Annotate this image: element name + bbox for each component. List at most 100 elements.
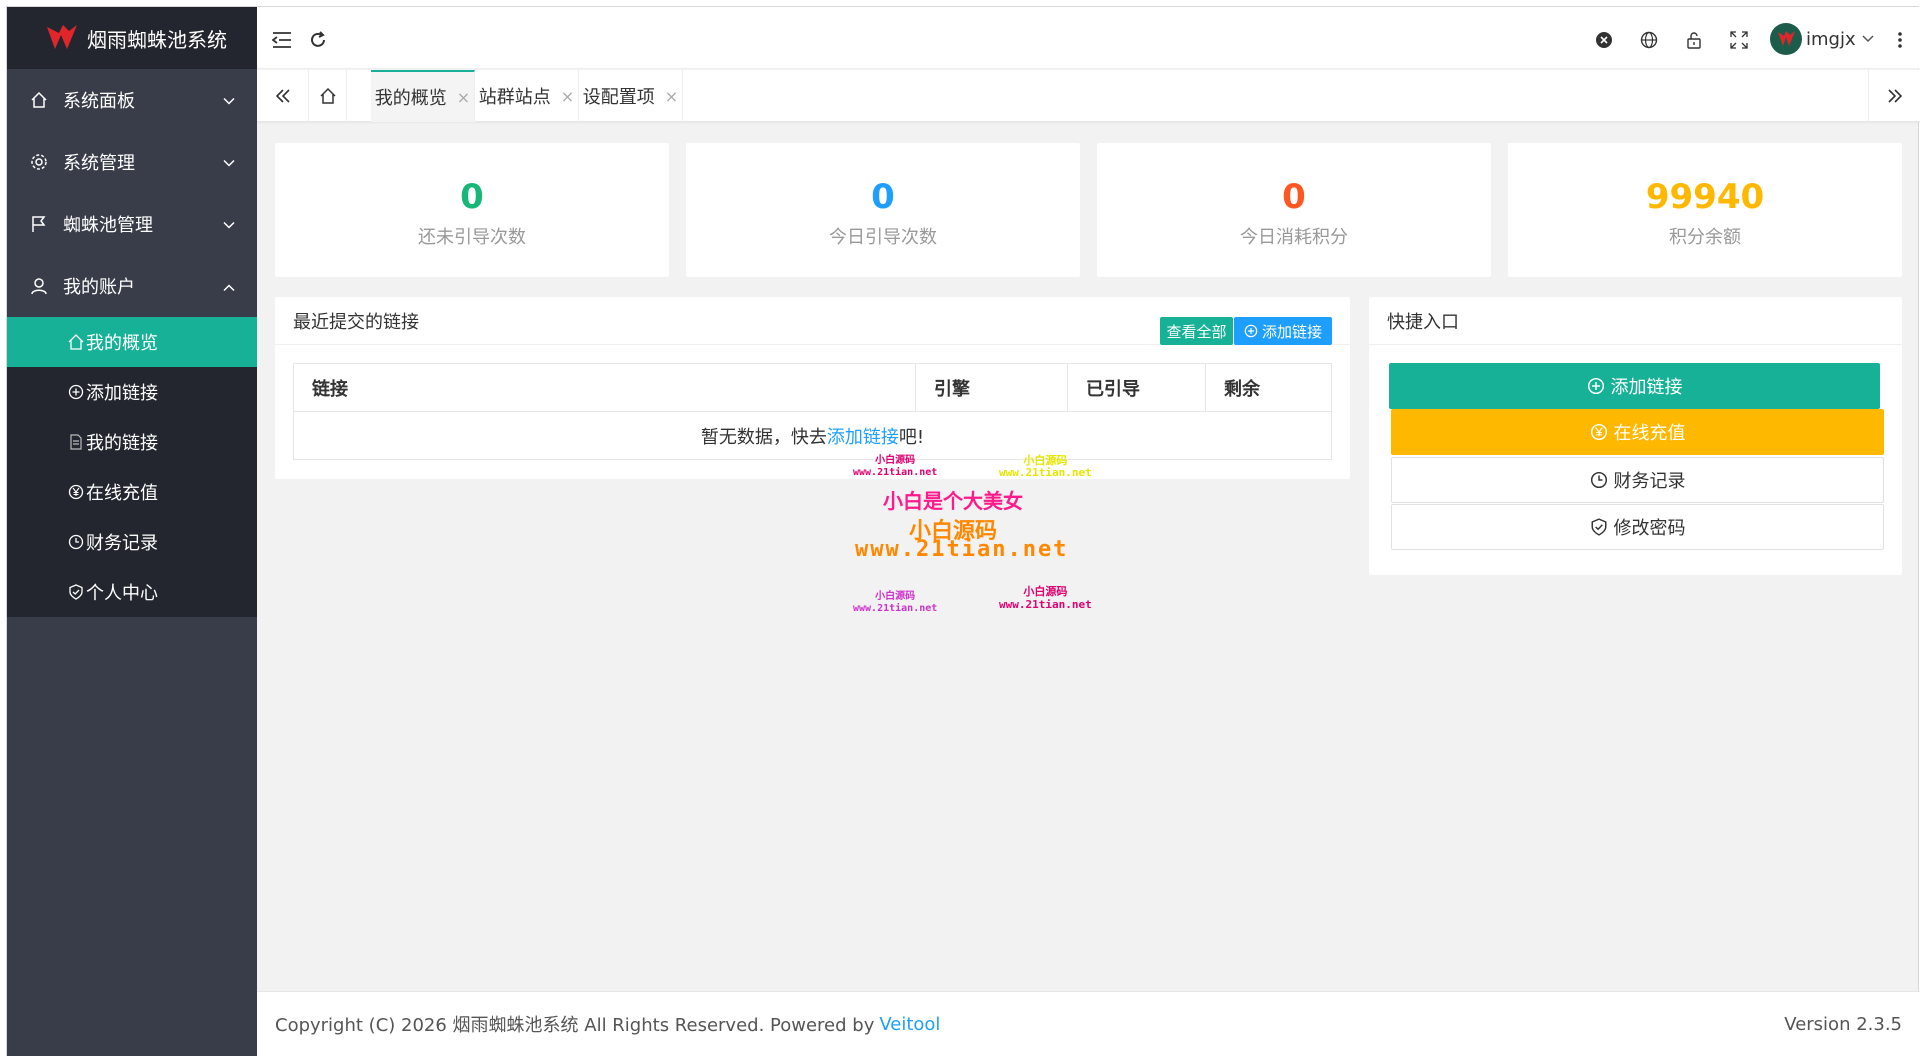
avatar — [1770, 23, 1802, 55]
button-label: 查看全部 — [1166, 322, 1227, 341]
sidebar-item-add-link[interactable]: 添加链接 — [7, 367, 257, 417]
sidebar-item-my-links[interactable]: 我的链接 — [7, 417, 257, 467]
card-title: 最近提交的链接 — [293, 311, 419, 333]
yen-circle-icon — [67, 483, 85, 501]
add-link-button[interactable]: 添加链接 — [1234, 317, 1332, 345]
card-header: 最近提交的链接 查看全部 添加链接 — [275, 297, 1350, 345]
tab-label: 站群站点 — [478, 87, 551, 108]
user-icon — [29, 276, 49, 296]
app-window: 烟雨蜘蛛池系统 系统面板 系统管理 蜘蛛池管理 我的账户 我的概览 添加链接 我… — [6, 6, 1920, 1056]
sidebar-item-label: 我的概览 — [86, 333, 158, 354]
chevron-down-icon — [223, 152, 235, 173]
card-header: 快捷入口 — [1369, 297, 1902, 345]
menu-collapse-icon[interactable] — [271, 29, 293, 51]
top-header: imgjx — [257, 7, 1920, 69]
home-icon — [67, 333, 85, 351]
tabs-scroll-right-icon[interactable] — [1868, 70, 1920, 122]
table-row: 暂无数据，快去添加链接吧! — [293, 411, 1332, 460]
quick-entry-card: 快捷入口 添加链接 在线充值 财务记录 修改密码 — [1369, 297, 1902, 575]
stat-value: 0 — [1282, 177, 1306, 217]
stat-label: 今日引导次数 — [829, 227, 937, 248]
tab-label: 我的概览 — [374, 88, 447, 109]
footer: Copyright (C) 2026 烟雨蜘蛛池系统 All Rights Re… — [257, 991, 1920, 1056]
refresh-icon[interactable] — [307, 29, 329, 51]
chevron-down-icon — [223, 90, 235, 111]
watermark-text: www.21tian.net — [999, 598, 1092, 611]
column-header: 链接 — [293, 363, 916, 412]
empty-add-link[interactable]: 添加链接 — [827, 427, 899, 448]
powered-by-link[interactable]: Veitool — [879, 1014, 940, 1035]
globe-icon[interactable] — [1638, 29, 1660, 51]
shield-check-icon — [1590, 518, 1608, 536]
sidebar-item-label: 蜘蛛池管理 — [63, 215, 153, 236]
tab-overview[interactable]: 我的概览 × — [371, 70, 475, 122]
version-text: Version 2.3.5 — [1784, 1013, 1902, 1035]
tab-label: 设配置项 — [582, 87, 655, 108]
gear-icon — [29, 152, 49, 172]
close-icon[interactable]: × — [561, 87, 574, 106]
fullscreen-icon[interactable] — [1728, 29, 1750, 51]
watermark-text: 小白源码 — [909, 519, 998, 544]
sidebar-item-spider-pool[interactable]: 蜘蛛池管理 — [7, 193, 257, 255]
stat-card-balance: 99940 积分余额 — [1508, 143, 1902, 277]
sidebar-item-label: 系统面板 — [63, 91, 135, 112]
sidebar-item-label: 在线充值 — [86, 483, 158, 504]
tab-home-icon[interactable] — [309, 70, 347, 122]
lock-icon[interactable] — [1683, 29, 1705, 51]
table-wrapper: 链接 引擎 已引导 剩余 暂无数据，快去添加链接吧! — [275, 345, 1350, 460]
stat-value: 0 — [460, 177, 484, 217]
sidebar-item-label: 我的链接 — [86, 433, 158, 454]
tab-settings[interactable]: 设配置项 × — [579, 70, 683, 122]
button-label: 修改密码 — [1613, 518, 1686, 539]
quick-finance-button[interactable]: 财务记录 — [1391, 457, 1884, 503]
sidebar-item-label: 个人中心 — [86, 583, 158, 604]
quick-change-password-button[interactable]: 修改密码 — [1391, 504, 1884, 550]
plus-circle-icon — [1587, 377, 1605, 395]
empty-text: 吧! — [898, 426, 925, 448]
chevron-down-icon — [1862, 35, 1874, 43]
recent-links-card: 最近提交的链接 查看全部 添加链接 链接 引擎 已引导 剩余 暂无数据，快去添加… — [275, 297, 1350, 479]
empty-state: 暂无数据，快去添加链接吧! — [293, 411, 1332, 460]
stat-label: 积分余额 — [1669, 227, 1741, 248]
close-icon[interactable]: × — [665, 87, 678, 106]
tab-sites[interactable]: 站群站点 × — [475, 70, 579, 122]
yen-circle-icon — [1590, 423, 1608, 441]
watermark-small: 小白源码 www.21tian.net — [853, 591, 937, 615]
close-icon[interactable]: × — [457, 88, 470, 107]
clock-icon — [1590, 471, 1608, 489]
sidebar-item-finance[interactable]: 财务记录 — [7, 517, 257, 567]
watermark-text: 小白是个大美女 — [883, 489, 1023, 513]
main-content: 0 还未引导次数 0 今日引导次数 0 今日消耗积分 99940 积分余额 最近… — [257, 123, 1920, 991]
tabs-scroll-left-icon[interactable] — [257, 70, 309, 122]
stat-card-pending: 0 还未引导次数 — [275, 143, 669, 277]
watermark-text: www.21tian.net — [855, 537, 1069, 562]
user-menu[interactable]: imgjx — [1770, 23, 1874, 55]
watermark-text: 小白源码 — [875, 591, 916, 602]
quick-add-link-button[interactable]: 添加链接 — [1389, 363, 1880, 409]
sidebar-item-profile[interactable]: 个人中心 — [7, 567, 257, 617]
sidebar-item-system[interactable]: 系统管理 — [7, 131, 257, 193]
close-circle-icon[interactable] — [1593, 29, 1615, 51]
sidebar-item-recharge[interactable]: 在线充值 — [7, 467, 257, 517]
view-all-button[interactable]: 查看全部 — [1160, 317, 1233, 345]
clock-icon — [67, 533, 85, 551]
sidebar: 烟雨蜘蛛池系统 系统面板 系统管理 蜘蛛池管理 我的账户 我的概览 添加链接 我… — [7, 7, 257, 1056]
sidebar-item-label: 系统管理 — [63, 153, 135, 174]
chevron-down-icon — [223, 214, 235, 235]
table-header-row: 链接 引擎 已引导 剩余 — [293, 363, 1332, 412]
sidebar-item-my-account[interactable]: 我的账户 — [7, 255, 257, 317]
plus-circle-icon — [1244, 324, 1258, 338]
sidebar-item-dashboard[interactable]: 系统面板 — [7, 69, 257, 131]
stat-label: 还未引导次数 — [418, 227, 526, 248]
stat-label: 今日消耗积分 — [1240, 227, 1348, 248]
more-vertical-icon[interactable] — [1889, 29, 1911, 51]
user-name: imgjx — [1806, 28, 1856, 50]
stat-card-today-guides: 0 今日引导次数 — [686, 143, 1080, 277]
flag-icon — [29, 214, 49, 234]
sidebar-item-overview[interactable]: 我的概览 — [7, 317, 257, 367]
sidebar-item-label: 财务记录 — [86, 533, 158, 554]
card-title: 快捷入口 — [1387, 311, 1459, 333]
button-label: 在线充值 — [1613, 423, 1686, 444]
copyright-text: Copyright (C) 2026 烟雨蜘蛛池系统 All Rights Re… — [275, 1015, 875, 1036]
quick-recharge-button[interactable]: 在线充值 — [1391, 409, 1884, 455]
